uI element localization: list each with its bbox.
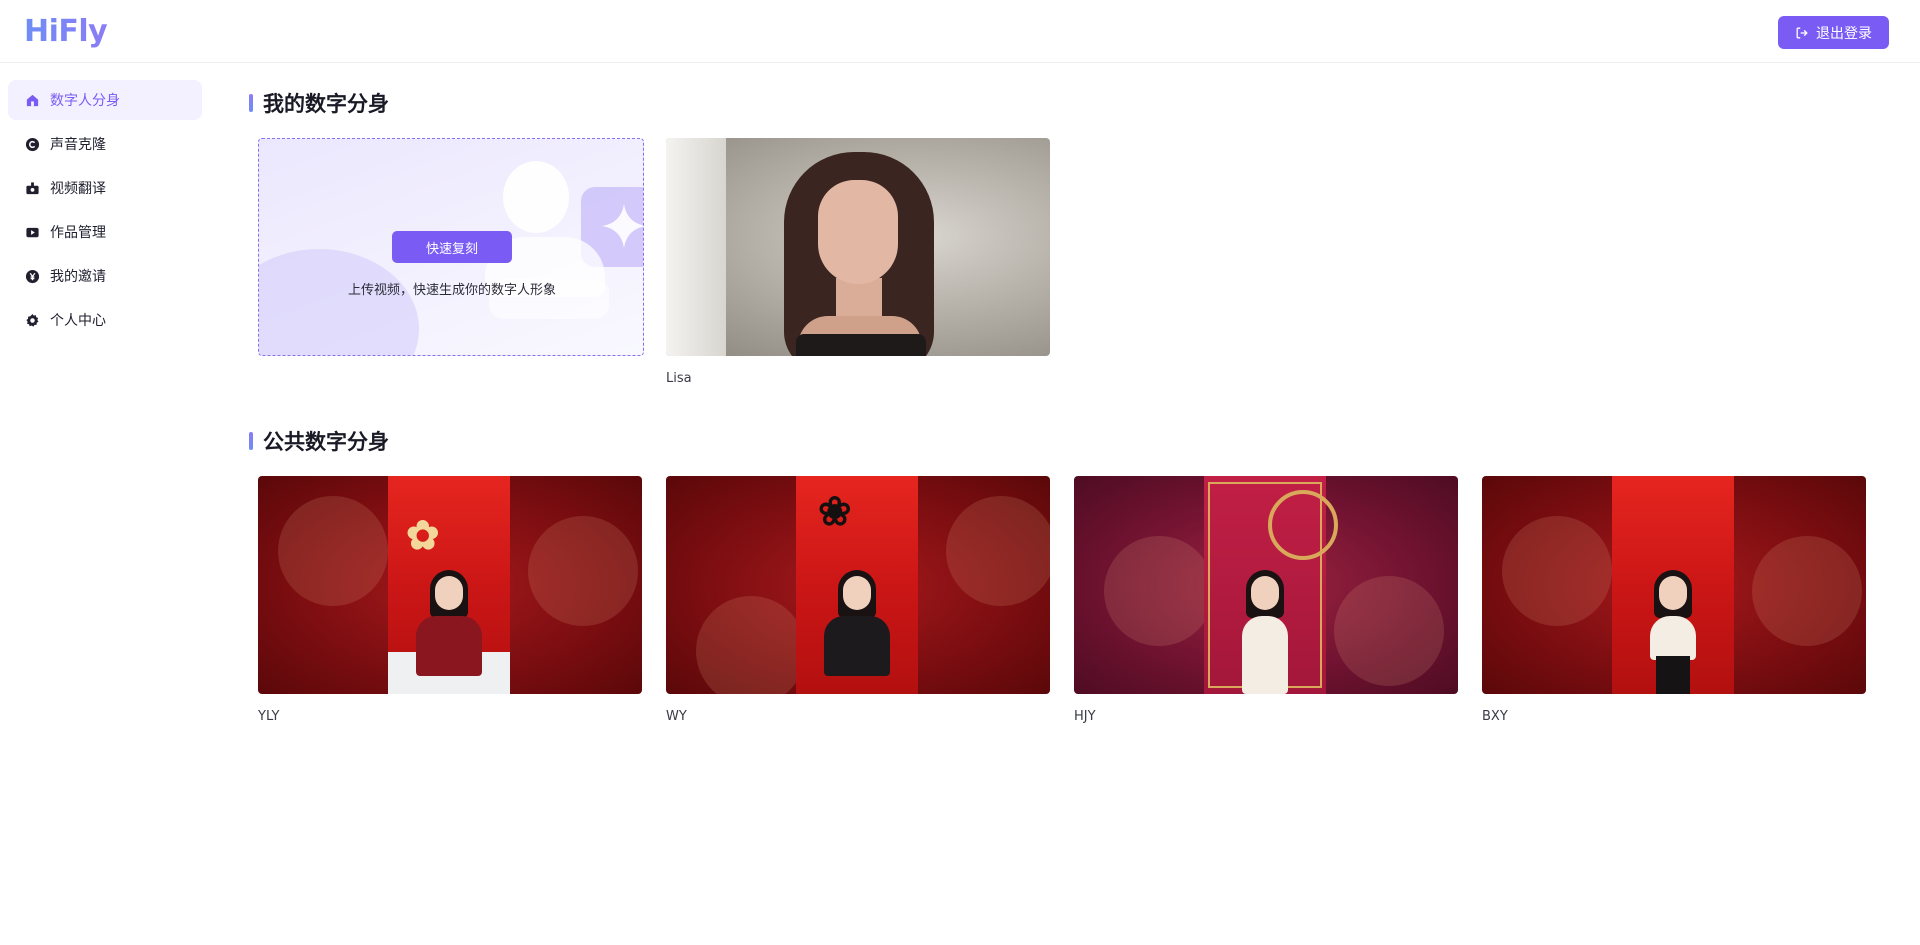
thumb-background — [1334, 576, 1444, 686]
thumb-background — [696, 596, 806, 694]
poster-artwork: ❀ — [818, 488, 852, 535]
thumb-figure — [416, 616, 482, 676]
thumb-figure — [435, 576, 463, 610]
sparkle-icon — [602, 204, 643, 248]
thumb-figure — [843, 576, 871, 610]
sidebar-item-label: 数字人分身 — [50, 93, 120, 109]
section-title-my-avatars: 我的数字分身 — [249, 91, 389, 116]
quick-clone-upload-card[interactable]: 快速复刻 上传视频，快速生成你的数字人形象 — [258, 138, 644, 356]
sidebar-item-label: 声音克隆 — [50, 137, 106, 153]
section-title-text: 我的数字分身 — [263, 92, 389, 116]
section-title-public-avatars: 公共数字分身 — [249, 429, 389, 454]
sidebar-item-digital-avatar[interactable]: 数字人分身 — [8, 80, 202, 120]
thumb-background — [1104, 536, 1214, 646]
quick-clone-button[interactable]: 快速复刻 — [392, 231, 512, 263]
sidebar-item-profile[interactable]: 个人中心 — [8, 300, 202, 340]
sidebar-item-video-translate[interactable]: 视频翻译 — [8, 168, 202, 208]
section-accent-bar — [249, 432, 253, 450]
thumb-figure — [1656, 656, 1690, 694]
sidebar-item-invites[interactable]: 我的邀请 — [8, 256, 202, 296]
thumb-figure — [796, 334, 926, 356]
play-icon — [26, 227, 39, 237]
logout-icon — [1796, 27, 1808, 38]
gear-icon — [26, 313, 39, 327]
poster-artwork: ✿ — [406, 512, 440, 559]
avatar-name: WY — [666, 709, 687, 724]
thumb-figure — [1659, 576, 1687, 610]
app-logo[interactable]: HiFly — [24, 14, 108, 49]
video-translate-icon — [26, 181, 39, 194]
yen-icon — [25, 269, 40, 283]
thumb-background — [1752, 536, 1862, 646]
avatar-name: YLY — [258, 709, 280, 724]
avatar-card-wy[interactable]: ❀ WY — [666, 476, 1050, 724]
avatar-card-lisa[interactable]: Lisa — [666, 138, 1050, 386]
section-title-text: 公共数字分身 — [263, 430, 389, 454]
sidebar-item-label: 个人中心 — [50, 313, 106, 329]
decor-shape — [259, 249, 419, 355]
thumb-background — [666, 138, 726, 356]
logout-label: 退出登录 — [1816, 25, 1872, 42]
thumb-background — [946, 496, 1050, 606]
avatar-thumbnail[interactable]: ✿ — [258, 476, 642, 694]
avatar-name: BXY — [1482, 709, 1508, 724]
sidebar-item-voice-clone[interactable]: 声音克隆 — [8, 124, 202, 164]
sidebar-item-works[interactable]: 作品管理 — [8, 212, 202, 252]
thumb-poster: ✿ — [388, 476, 510, 694]
avatar-thumbnail[interactable] — [666, 138, 1050, 356]
avatar-name: HJY — [1074, 709, 1096, 724]
thumb-background — [528, 516, 638, 626]
avatar-placeholder-icon — [503, 161, 569, 233]
poster-artwork — [1268, 490, 1338, 560]
upload-hint-text: 上传视频，快速生成你的数字人形象 — [347, 283, 556, 298]
thumb-poster — [1612, 476, 1734, 694]
avatar-thumbnail[interactable] — [1482, 476, 1866, 694]
avatar-card-hjy[interactable]: HJY — [1074, 476, 1458, 724]
thumb-figure — [1650, 616, 1696, 660]
avatar-thumbnail[interactable]: ❀ — [666, 476, 1050, 694]
home-icon — [26, 94, 39, 106]
top-header: HiFly 退出登录 — [0, 0, 1920, 63]
logout-button[interactable]: 退出登录 — [1778, 16, 1889, 49]
avatar-card-bxy[interactable]: BXY — [1482, 476, 1866, 724]
sidebar-item-label: 作品管理 — [50, 225, 106, 241]
avatar-name: Lisa — [666, 371, 692, 386]
avatar-card-yly[interactable]: ✿ YLY — [258, 476, 642, 724]
thumb-background — [278, 496, 388, 606]
thumb-background — [1502, 516, 1612, 626]
sidebar-item-label: 视频翻译 — [50, 181, 106, 197]
thumb-poster: ❀ — [796, 476, 918, 694]
thumb-figure — [818, 180, 898, 284]
avatar-thumbnail[interactable] — [1074, 476, 1458, 694]
thumb-poster — [1204, 476, 1338, 694]
thumb-figure — [1251, 576, 1279, 610]
voice-clone-icon — [25, 137, 40, 151]
thumb-figure — [1242, 616, 1288, 694]
section-accent-bar — [249, 94, 253, 112]
sidebar-item-label: 我的邀请 — [50, 269, 106, 285]
thumb-figure — [824, 616, 890, 676]
